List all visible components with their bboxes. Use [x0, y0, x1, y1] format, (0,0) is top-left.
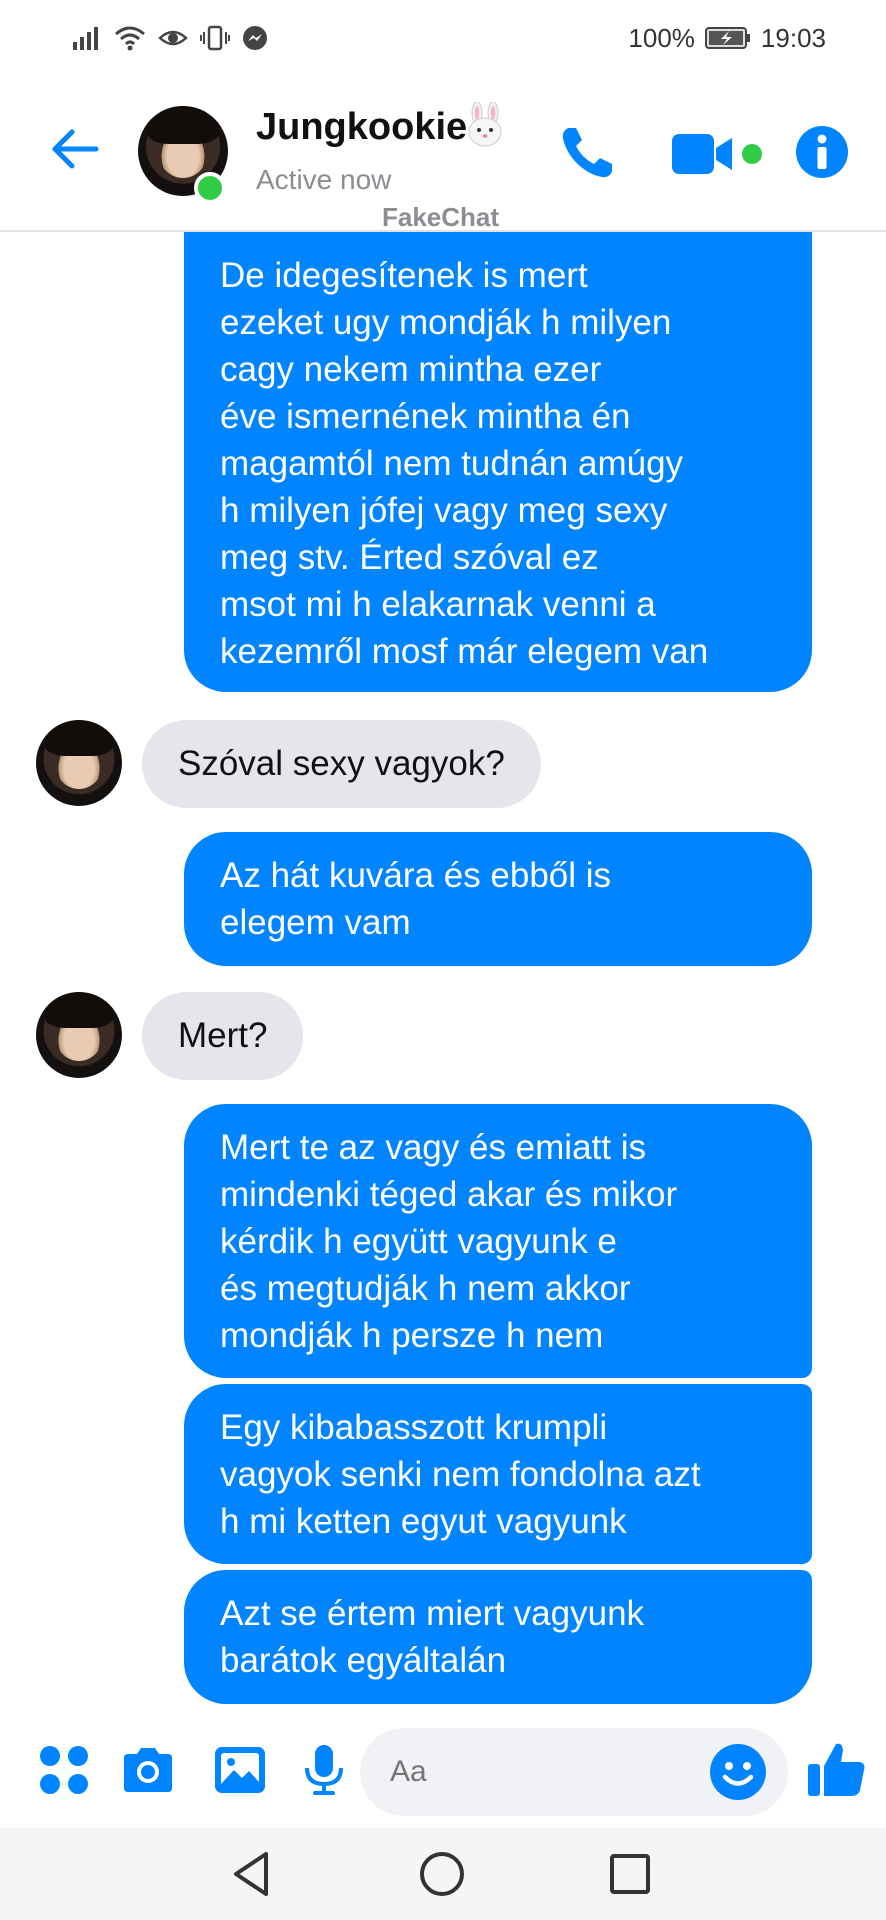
gallery-button[interactable]: [212, 1742, 268, 1798]
watermark: FakeChat: [382, 202, 500, 232]
smiley-icon: [710, 1744, 766, 1800]
camera-icon: [124, 1748, 172, 1792]
apps-button[interactable]: [36, 1742, 92, 1798]
video-camera-icon: [672, 134, 762, 174]
camera-button[interactable]: [120, 1742, 176, 1798]
like-button[interactable]: [806, 1738, 868, 1800]
image-icon: [215, 1747, 265, 1793]
contact-name[interactable]: Jungkookie: [256, 106, 467, 149]
signal-icon: [72, 26, 102, 50]
emoji-button[interactable]: [708, 1742, 768, 1802]
audio-call-button[interactable]: [556, 122, 618, 184]
system-navigation-bar: [0, 1828, 886, 1920]
message-bubble-incoming[interactable]: Szóval sexy vagyok?: [142, 720, 541, 808]
nav-recents-button[interactable]: [604, 1848, 656, 1900]
eye-comfort-icon: [158, 27, 188, 49]
contact-message-avatar[interactable]: [36, 992, 122, 1078]
back-arrow-icon: [52, 129, 99, 169]
thumbs-up-icon: [808, 1743, 865, 1796]
microphone-icon: [305, 1745, 343, 1795]
message-bubble-outgoing[interactable]: Az hát kuvára és ebből is elegem vam: [184, 832, 812, 966]
triangle-back-icon: [234, 1852, 268, 1896]
message-bubble-outgoing[interactable]: Azt se értem miert vagyunk barátok egyál…: [184, 1570, 812, 1704]
message-composer: [0, 1708, 886, 1828]
contact-message-avatar[interactable]: [36, 720, 122, 806]
clock: 19:03: [760, 22, 826, 53]
back-button[interactable]: [48, 122, 102, 176]
bunny-emoji-icon: [462, 101, 508, 148]
message-list[interactable]: De idegesítenek is mert ezeket ugy mondj…: [0, 232, 886, 1708]
status-icons-left: [72, 25, 268, 51]
info-button[interactable]: [794, 124, 850, 180]
messenger-notification-icon: [242, 25, 268, 51]
info-icon: [796, 126, 848, 178]
video-call-button[interactable]: [670, 126, 770, 182]
message-bubble-outgoing[interactable]: De idegesítenek is mert ezeket ugy mondj…: [184, 232, 812, 692]
active-status: Active now: [256, 164, 392, 195]
online-indicator: [194, 172, 226, 204]
message-bubble-outgoing[interactable]: Egy kibabasszott krumpli vagyok senki ne…: [184, 1384, 812, 1564]
circle-home-icon: [420, 1852, 464, 1896]
nav-back-button[interactable]: [226, 1848, 278, 1900]
status-icons-right: 100% 19:03: [628, 23, 826, 54]
battery-charging-icon: [704, 26, 751, 50]
messenger-chat-screen: 100% 19:03 Jungkookie Active now FakeCha…: [0, 0, 886, 1920]
battery-percent: 100%: [628, 22, 695, 53]
status-bar: 100% 19:03: [0, 0, 886, 76]
vibrate-icon: [200, 25, 230, 51]
wifi-icon: [114, 25, 146, 51]
four-dots-icon: [40, 1746, 88, 1794]
square-recents-icon: [610, 1854, 650, 1894]
message-bubble-incoming[interactable]: Mert?: [142, 992, 304, 1080]
chat-header: Jungkookie Active now FakeChat: [0, 76, 886, 232]
voice-button[interactable]: [296, 1742, 352, 1798]
message-bubble-outgoing[interactable]: Mert te az vagy és emiatt is mindenki té…: [184, 1104, 812, 1378]
phone-icon: [562, 128, 612, 178]
nav-home-button[interactable]: [416, 1848, 468, 1900]
